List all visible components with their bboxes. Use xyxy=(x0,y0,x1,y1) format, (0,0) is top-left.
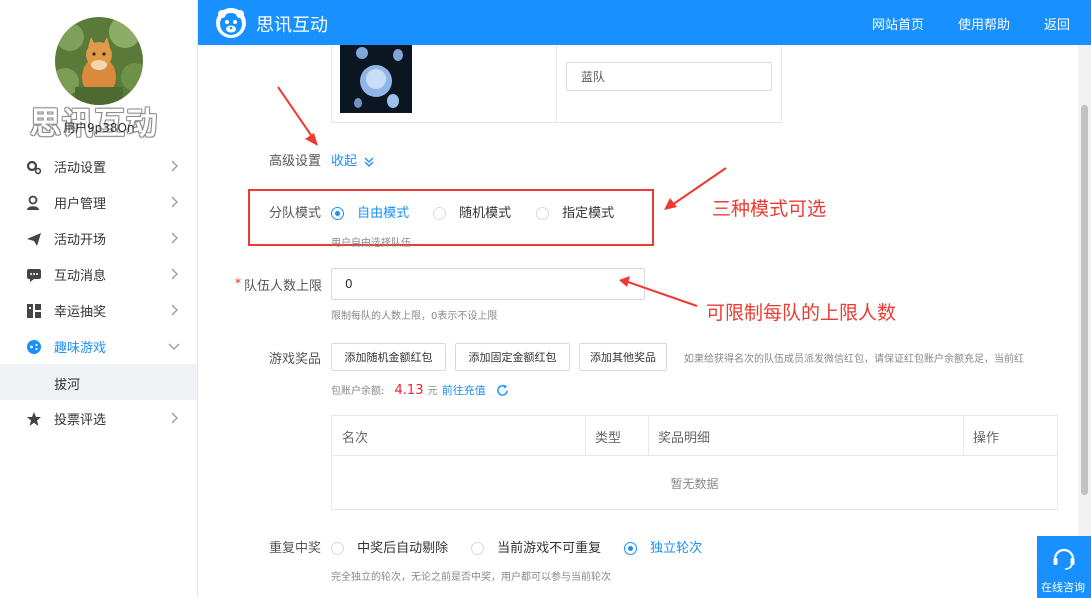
headset-icon xyxy=(1053,548,1075,570)
scrollbar-thumb[interactable] xyxy=(1081,105,1088,495)
annotation-modes: 三种模式可选 xyxy=(712,198,827,220)
online-consult-label: 在线咨询 xyxy=(1041,581,1085,594)
online-consult-button[interactable]: 在线咨询 xyxy=(1037,536,1091,598)
scrollbar[interactable] xyxy=(1078,45,1091,598)
annotation-limit: 可限制每队的上限人数 xyxy=(706,302,897,324)
annotation-arrows xyxy=(277,86,727,307)
